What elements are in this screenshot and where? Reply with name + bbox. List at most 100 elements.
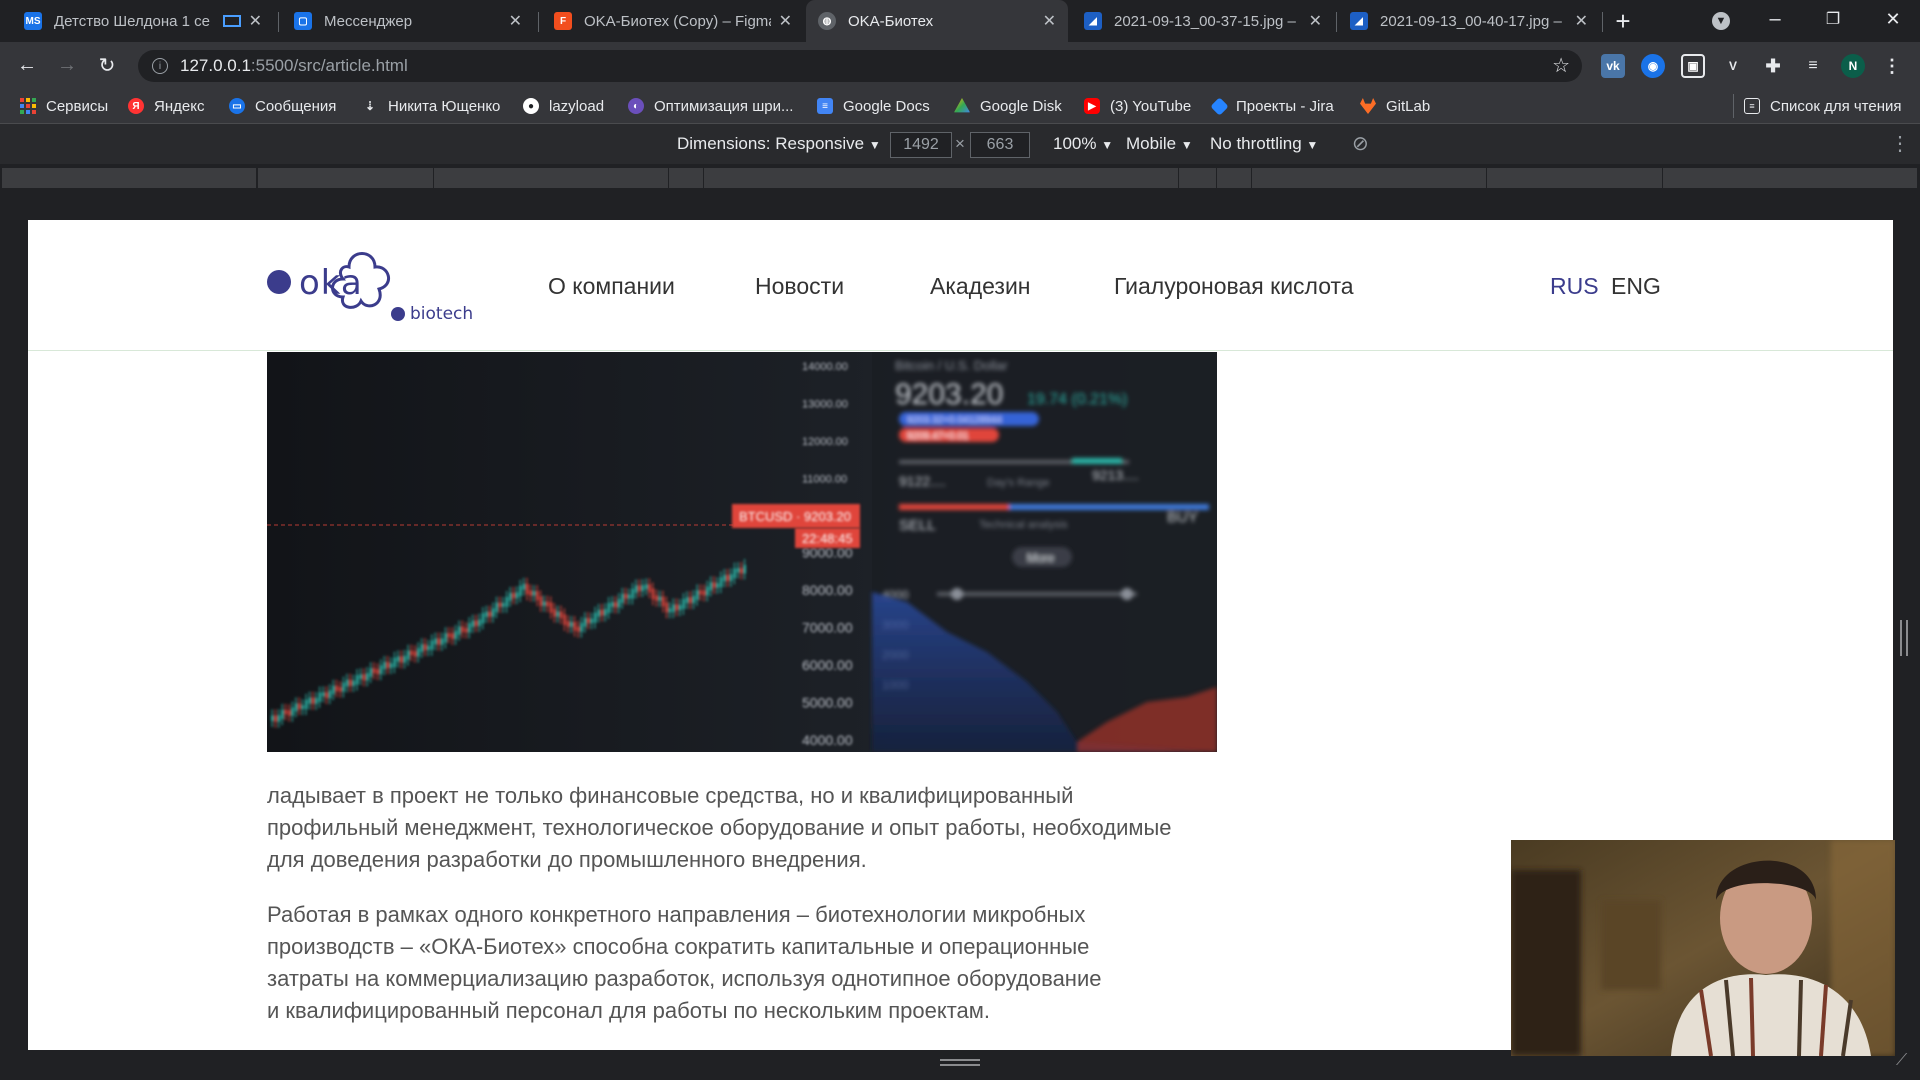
tab-title: Мессенджер: [324, 12, 413, 30]
close-tab-icon[interactable]: ✕: [779, 11, 792, 31]
candle-body: [284, 709, 287, 715]
candle-body: [383, 661, 386, 670]
candle-body: [716, 583, 719, 588]
globe-icon: ◍: [818, 12, 836, 30]
candle-body: [604, 609, 607, 616]
browser-tab[interactable]: ▢ Мессенджер ✕: [282, 0, 534, 42]
candle-body: [420, 644, 423, 653]
close-tab-icon[interactable]: ✕: [509, 11, 522, 31]
bookmark-services[interactable]: Сервисы: [20, 94, 108, 118]
rotate-icon[interactable]: ⊘: [1352, 131, 1369, 156]
apps-icon: [20, 98, 36, 114]
candle-body: [713, 582, 716, 588]
candle-body: [301, 705, 304, 710]
browser-tab[interactable]: ◢ 2021-09-13_00-37-15.jpg – ✕: [1072, 0, 1334, 42]
caret-down-icon: ▼: [1306, 138, 1319, 152]
site-logo[interactable]: oka biotech: [267, 245, 487, 335]
browser-tab-active[interactable]: ◍ OKA-Биотех ✕: [806, 0, 1068, 42]
info-icon[interactable]: i: [152, 58, 168, 74]
close-tab-icon[interactable]: ✕: [1575, 11, 1588, 31]
minimize-button[interactable]: –: [1760, 4, 1790, 34]
lang-eng-link[interactable]: ENG: [1611, 273, 1661, 300]
picture-in-picture-icon: [222, 15, 241, 27]
zoom-label: 100%: [1053, 134, 1097, 153]
nav-news[interactable]: Новости: [755, 273, 844, 300]
reading-list[interactable]: ≡ Список для чтения: [1744, 94, 1902, 118]
candle-body: [733, 568, 736, 579]
browser-tab[interactable]: F OKA-Биотех (Copy) – Figma ✕: [542, 0, 804, 42]
media-query-ruler[interactable]: [0, 164, 1920, 194]
extension-v-icon[interactable]: V: [1721, 54, 1745, 78]
tab-title: Детство Шелдона 1 се: [54, 12, 210, 30]
tab-search-button[interactable]: ▼: [1706, 6, 1736, 36]
viewport-resize-handle-bottom[interactable]: [940, 1059, 980, 1069]
candle-body: [505, 596, 508, 607]
vk-icon[interactable]: vk: [1601, 54, 1625, 78]
throttling-dropdown[interactable]: No throttling ▼: [1210, 134, 1318, 154]
bookmark-jira[interactable]: Проекты - Jira: [1210, 94, 1334, 118]
bookmark-youtube[interactable]: ▶ (3) YouTube: [1084, 94, 1191, 118]
candle-body: [356, 675, 359, 685]
bookmark-yandex[interactable]: Я Яндекс: [128, 94, 204, 118]
nav-akadezin[interactable]: Акадезин: [930, 273, 1031, 300]
close-tab-icon[interactable]: ✕: [1043, 11, 1056, 31]
picture-in-picture-video[interactable]: [1511, 840, 1895, 1056]
bookmark-google-docs[interactable]: ≡ Google Docs: [817, 94, 930, 118]
reload-button[interactable]: ↻: [92, 50, 122, 80]
address-bar[interactable]: i 127.0.0.1:5500/src/article.html ☆: [138, 50, 1582, 82]
extension-globe-icon[interactable]: ◉: [1641, 54, 1665, 78]
dimension-separator: ×: [955, 134, 965, 153]
zoom-dropdown[interactable]: 100% ▼: [1053, 134, 1113, 154]
new-tab-button[interactable]: +: [1608, 6, 1638, 36]
candle-body: [458, 626, 461, 635]
close-tab-icon[interactable]: ✕: [249, 11, 262, 31]
back-button[interactable]: ←: [12, 50, 42, 80]
profile-avatar[interactable]: N: [1841, 54, 1865, 78]
nav-hyaluronic-acid[interactable]: Гиалуроновая кислота: [1114, 273, 1354, 300]
ticker-change: 19.74 (0.21%): [1027, 391, 1128, 408]
ms-icon: MS: [24, 12, 42, 30]
caret-down-icon: ▼: [1180, 138, 1193, 152]
browser-menu-icon[interactable]: ⋮: [1880, 54, 1904, 78]
candle-body: [743, 564, 746, 574]
browser-tab[interactable]: ◢ 2021-09-13_00-40-17.jpg – ✕: [1338, 0, 1600, 42]
lang-rus-link[interactable]: RUS: [1550, 273, 1599, 300]
gitlab-icon: [1360, 98, 1376, 114]
candle-body: [485, 611, 488, 618]
candle-body: [515, 592, 519, 599]
media-control-icon[interactable]: ≡: [1801, 54, 1825, 78]
extensions-puzzle-icon[interactable]: ✚: [1761, 54, 1785, 78]
device-type-dropdown[interactable]: Mobile ▼: [1126, 134, 1193, 154]
extension-window-icon[interactable]: ▣: [1681, 54, 1705, 78]
paragraph-line: затраты на коммерциализацию разработок, …: [267, 966, 1102, 991]
bookmark-star-icon[interactable]: ☆: [1552, 53, 1570, 78]
candle-body: [424, 644, 427, 651]
close-tab-icon[interactable]: ✕: [1309, 11, 1322, 31]
candle-body: [403, 655, 406, 663]
viewport-resize-handle-right[interactable]: [1900, 620, 1908, 656]
candle-body: [570, 621, 573, 627]
close-window-button[interactable]: ✕: [1878, 4, 1908, 34]
candle-body: [305, 699, 308, 710]
viewport-height-input[interactable]: [970, 132, 1030, 158]
bookmark-optimization[interactable]: ◐ Оптимизация шри...: [628, 94, 793, 118]
candle-body: [308, 697, 311, 704]
restore-button[interactable]: ❐: [1818, 4, 1848, 34]
candle-body: [577, 626, 580, 632]
bookmark-nikita[interactable]: ⇣ Никита Ющенко: [362, 94, 500, 118]
browser-tab[interactable]: MS Детство Шелдона 1 се ✕: [12, 0, 274, 42]
viewport-width-input[interactable]: [890, 132, 952, 158]
more-options-icon[interactable]: ⋮: [1890, 131, 1910, 156]
bookmark-gitlab[interactable]: GitLab: [1360, 94, 1430, 118]
bookmark-google-disk[interactable]: Google Disk: [954, 94, 1062, 118]
candle-body: [655, 595, 658, 601]
forward-button[interactable]: →: [52, 50, 82, 80]
corner-resize-icon[interactable]: ⟋: [1896, 1052, 1907, 1070]
nav-about[interactable]: О компании: [548, 273, 675, 300]
candle-body: [631, 588, 634, 599]
dimensions-dropdown[interactable]: Dimensions: Responsive ▼: [677, 134, 881, 154]
logo-text: oka: [299, 263, 363, 303]
bookmark-messages[interactable]: ▭ Сообщения: [229, 94, 336, 118]
price-axis-label: 6000.00: [802, 657, 853, 673]
bookmark-lazyload[interactable]: ● lazyload: [523, 94, 604, 118]
